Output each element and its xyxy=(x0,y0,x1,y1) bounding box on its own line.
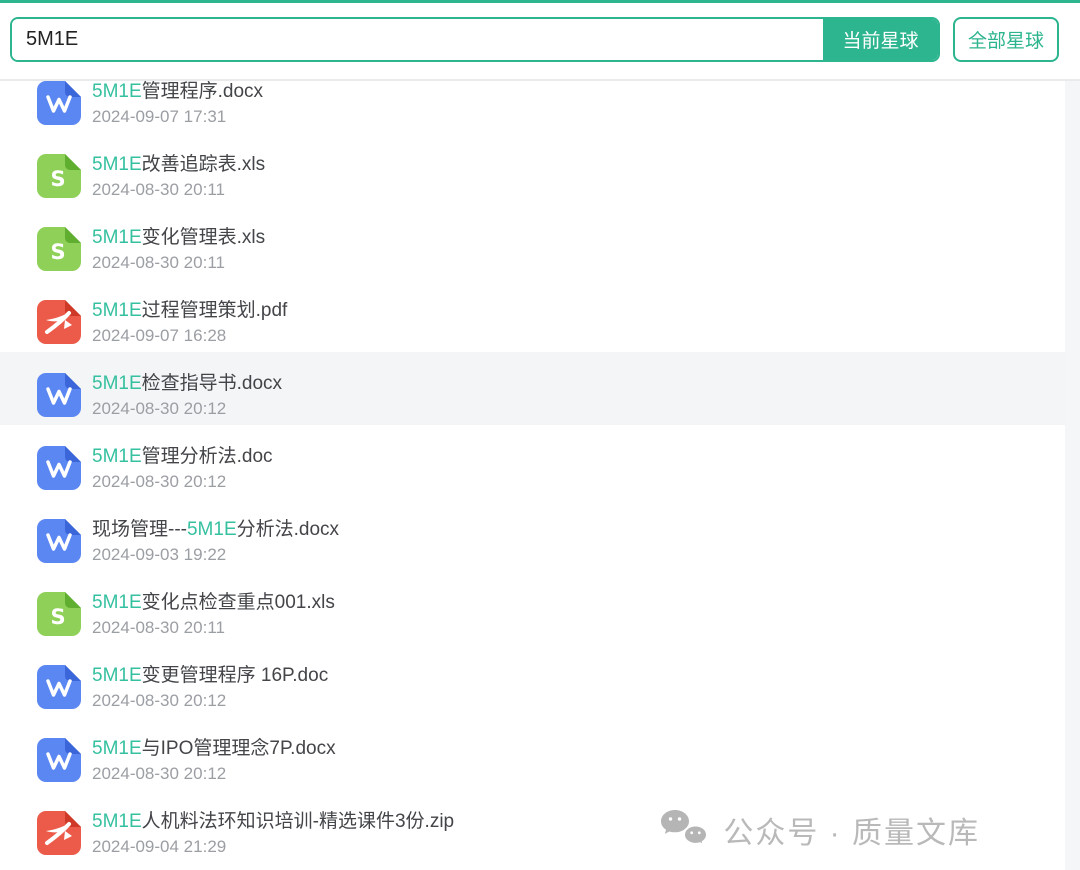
file-texts: 5M1E管理程序.docx 2024-09-07 17:31 xyxy=(92,81,263,127)
svg-text:S: S xyxy=(50,240,65,264)
list-item[interactable]: 5M1E过程管理策划.pdf 2024-09-07 16:28 xyxy=(0,279,1080,352)
file-date: 2024-09-03 19:22 xyxy=(92,545,227,564)
file-texts: 5M1E过程管理策划.pdf 2024-09-07 16:28 xyxy=(92,299,287,346)
word-file-icon xyxy=(36,372,82,418)
file-name-text: 变化管理表.xls xyxy=(141,227,266,248)
file-name-highlight: 5M1E xyxy=(92,81,142,102)
file-date: 2024-08-30 20:12 xyxy=(92,691,227,710)
file-date: 2024-08-30 20:12 xyxy=(92,764,227,783)
file-name-text: 改善追踪表.xls xyxy=(141,154,266,175)
file-texts: 5M1E变化管理表.xls 2024-08-30 20:11 xyxy=(92,226,265,273)
file-texts: 5M1E管理分析法.doc 2024-08-30 20:12 xyxy=(92,445,273,492)
file-name-highlight: 5M1E xyxy=(92,738,142,759)
word-file-icon xyxy=(36,518,82,564)
file-name-highlight: 5M1E xyxy=(92,373,142,394)
file-name[interactable]: 5M1E检查指导书.docx xyxy=(92,372,282,395)
search-bar: 当前星球 全部星球 xyxy=(0,3,1080,79)
file-texts: 5M1E人机料法环知识培训-精选课件3份.zip 2024-09-04 21:2… xyxy=(92,810,454,857)
word-file-icon xyxy=(36,664,82,710)
search-current-planet-button[interactable]: 当前星球 xyxy=(823,19,938,60)
file-date: 2024-08-30 20:11 xyxy=(92,180,225,199)
file-name-highlight: 5M1E xyxy=(92,227,142,248)
file-name-text: 人机料法环知识培训-精选课件3份.zip xyxy=(141,811,455,832)
excel-file-icon: S xyxy=(36,226,82,272)
file-list: 5M1E管理程序.docx 2024-09-07 17:31 S 5M1E改善追… xyxy=(0,81,1080,863)
excel-file-icon: S xyxy=(36,591,82,637)
word-file-icon xyxy=(36,445,82,491)
list-item[interactable]: 5M1E检查指导书.docx 2024-08-30 20:12 xyxy=(0,352,1080,425)
svg-text:S: S xyxy=(50,167,65,191)
file-texts: 5M1E变更管理程序 16P.doc 2024-08-30 20:12 xyxy=(92,664,328,711)
list-item[interactable]: S 5M1E变化管理表.xls 2024-08-30 20:11 xyxy=(0,206,1080,279)
pdf-file-icon xyxy=(36,810,82,856)
file-name-text: 过程管理策划.pdf xyxy=(141,300,288,321)
svg-text:S: S xyxy=(50,605,65,629)
file-name-text: 管理程序.docx xyxy=(141,81,264,102)
search-input[interactable] xyxy=(12,19,823,60)
file-name-text: 与IPO管理理念7P.docx xyxy=(141,738,336,759)
file-date: 2024-09-07 16:28 xyxy=(92,326,227,345)
list-item[interactable]: 5M1E管理分析法.doc 2024-08-30 20:12 xyxy=(0,425,1080,498)
file-date: 2024-08-30 20:12 xyxy=(92,399,227,418)
file-name-text: 管理分析法.doc xyxy=(141,446,273,467)
file-name-text: 现场管理--- xyxy=(92,519,187,540)
list-item[interactable]: 5M1E变更管理程序 16P.doc 2024-08-30 20:12 xyxy=(0,644,1080,717)
file-name-text: 变化点检查重点001.xls xyxy=(141,592,335,613)
search-input-group: 当前星球 xyxy=(10,17,940,62)
file-name[interactable]: 5M1E变更管理程序 16P.doc xyxy=(92,664,328,687)
file-name[interactable]: 5M1E与IPO管理理念7P.docx xyxy=(92,737,336,760)
file-date: 2024-09-07 17:31 xyxy=(92,107,227,126)
file-list-viewport: 5M1E管理程序.docx 2024-09-07 17:31 S 5M1E改善追… xyxy=(0,81,1080,870)
file-name-highlight: 5M1E xyxy=(92,154,142,175)
file-date: 2024-08-30 20:11 xyxy=(92,618,225,637)
file-texts: 现场管理---5M1E分析法.docx 2024-09-03 19:22 xyxy=(92,518,339,565)
search-all-planets-button[interactable]: 全部星球 xyxy=(953,17,1059,62)
list-item[interactable]: 5M1E管理程序.docx 2024-09-07 17:31 xyxy=(0,81,1080,133)
list-item[interactable]: 5M1E人机料法环知识培训-精选课件3份.zip 2024-09-04 21:2… xyxy=(0,790,1080,863)
file-name-highlight: 5M1E xyxy=(92,811,142,832)
file-name-text: 分析法.docx xyxy=(236,519,340,540)
file-name-text: 变更管理程序 16P.doc xyxy=(141,665,329,686)
file-name[interactable]: 5M1E管理程序.docx xyxy=(92,81,263,103)
file-date: 2024-08-30 20:11 xyxy=(92,253,225,272)
file-name[interactable]: 5M1E管理分析法.doc xyxy=(92,445,273,468)
list-item[interactable]: S 5M1E改善追踪表.xls 2024-08-30 20:11 xyxy=(0,133,1080,206)
file-name-highlight: 5M1E xyxy=(92,300,142,321)
file-name-highlight: 5M1E xyxy=(92,592,142,613)
pdf-file-icon xyxy=(36,299,82,345)
file-name[interactable]: 5M1E改善追踪表.xls xyxy=(92,153,265,176)
file-name[interactable]: 5M1E过程管理策划.pdf xyxy=(92,299,287,322)
file-texts: 5M1E变化点检查重点001.xls 2024-08-30 20:11 xyxy=(92,591,335,638)
word-file-icon xyxy=(36,737,82,783)
file-texts: 5M1E检查指导书.docx 2024-08-30 20:12 xyxy=(92,372,282,419)
file-name-highlight: 5M1E xyxy=(92,665,142,686)
file-name[interactable]: 5M1E人机料法环知识培训-精选课件3份.zip xyxy=(92,810,454,833)
file-name-highlight: 5M1E xyxy=(92,446,142,467)
list-item[interactable]: S 5M1E变化点检查重点001.xls 2024-08-30 20:11 xyxy=(0,571,1080,644)
file-name[interactable]: 现场管理---5M1E分析法.docx xyxy=(92,518,339,541)
file-name[interactable]: 5M1E变化点检查重点001.xls xyxy=(92,591,335,614)
word-file-icon xyxy=(36,81,82,126)
list-item[interactable]: 5M1E与IPO管理理念7P.docx 2024-08-30 20:12 xyxy=(0,717,1080,790)
file-date: 2024-08-30 20:12 xyxy=(92,472,227,491)
file-date: 2024-09-04 21:29 xyxy=(92,837,227,856)
file-name-text: 检查指导书.docx xyxy=(141,373,283,394)
file-texts: 5M1E与IPO管理理念7P.docx 2024-08-30 20:12 xyxy=(92,737,336,784)
file-name-highlight: 5M1E xyxy=(186,519,237,540)
file-texts: 5M1E改善追踪表.xls 2024-08-30 20:11 xyxy=(92,153,265,200)
list-item[interactable]: 现场管理---5M1E分析法.docx 2024-09-03 19:22 xyxy=(0,498,1080,571)
scrollbar[interactable] xyxy=(1065,81,1080,870)
file-name[interactable]: 5M1E变化管理表.xls xyxy=(92,226,265,249)
excel-file-icon: S xyxy=(36,153,82,199)
